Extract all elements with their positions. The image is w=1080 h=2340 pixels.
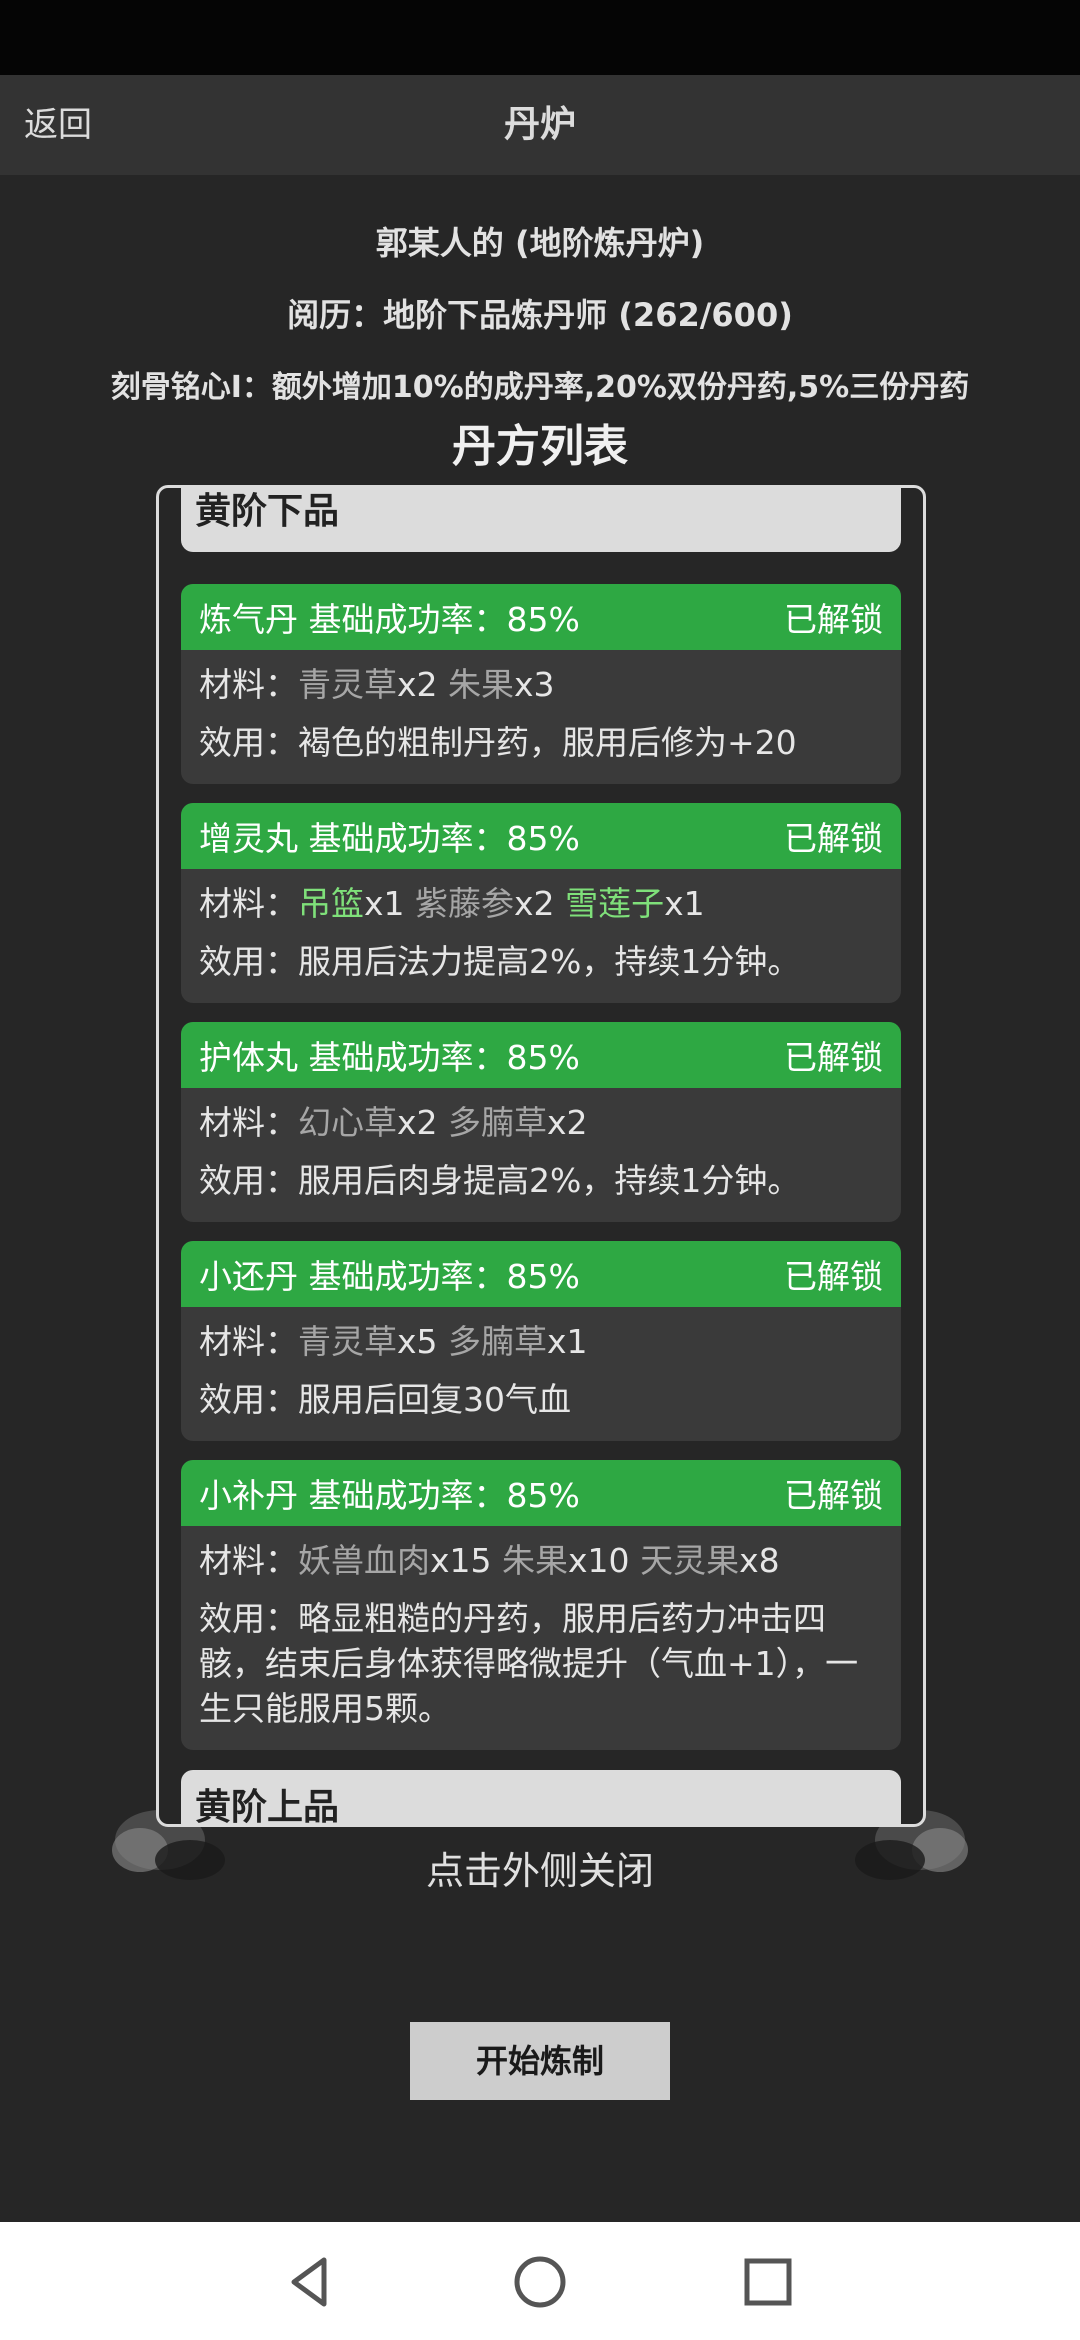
unlock-status: 已解锁	[784, 819, 883, 858]
recipe-card[interactable]: 护体丸 基础成功率：85% 已解锁 材料：幻心草x2 多腩草x2 效用：服用后肉…	[181, 1022, 901, 1222]
experience-text: 阅历：地阶下品炼丹师 (262/600)	[287, 296, 793, 334]
recipe-card[interactable]: 小还丹 基础成功率：85% 已解锁 材料：青灵草x5 多腩草x1 效用：服用后回…	[181, 1241, 901, 1441]
unlock-status: 已解锁	[784, 1038, 883, 1077]
material-qty: x2	[397, 665, 438, 704]
tier-header-yellow-low: 黄阶下品	[181, 488, 901, 552]
material-name: 青灵草	[298, 665, 397, 704]
materials-row: 材料：青灵草x5 多腩草x1	[199, 1313, 883, 1371]
material-qty: x5	[397, 1322, 438, 1361]
page-title: 丹炉	[503, 104, 576, 145]
recipe-list-title: 丹方列表	[452, 421, 628, 472]
material-name: 天灵果	[640, 1541, 740, 1580]
tier-header-yellow-high: 黄阶上品	[181, 1770, 901, 1824]
material-name: 吊篮	[298, 884, 364, 923]
material-qty: x1	[547, 1322, 588, 1361]
material-name: 雪莲子	[565, 884, 665, 923]
effect-label: 效用：	[199, 1380, 298, 1419]
material-name: 多腩草	[448, 1322, 548, 1361]
materials-row: 材料：妖兽血肉x15 朱果x10 天灵果x8	[199, 1532, 883, 1590]
triangle-back-icon[interactable]	[280, 2252, 340, 2312]
material-name: 幻心草	[298, 1103, 397, 1142]
recipe-header: 小还丹 基础成功率：85% 已解锁	[181, 1241, 901, 1307]
effect-row: 效用：略显粗糙的丹药，服用后药力冲击四骸，结束后身体获得略微提升（气血+1），一…	[199, 1590, 883, 1731]
effect-text: 服用后法力提高2%，持续1分钟。	[298, 942, 801, 981]
nav-bar: 丹炉 返回	[0, 75, 1080, 175]
effect-label: 效用：	[199, 1161, 298, 1200]
material-qty: x3	[514, 665, 555, 704]
material-name: 紫藤参	[415, 884, 515, 923]
material-qty: x15	[430, 1541, 492, 1580]
recipe-name-rate: 小还丹 基础成功率：85%	[199, 1257, 580, 1296]
material-name: 多腩草	[448, 1103, 548, 1142]
materials-row: 材料：青灵草x2 朱果x3	[199, 656, 883, 714]
recipe-header: 护体丸 基础成功率：85% 已解锁	[181, 1022, 901, 1088]
system-nav-bar	[0, 2222, 1080, 2340]
effect-row: 效用：褐色的粗制丹药，服用后修为+20	[199, 714, 883, 772]
material-qty: x1	[364, 884, 405, 923]
recipe-name-rate: 增灵丸 基础成功率：85%	[199, 819, 580, 858]
recipe-list-panel[interactable]: 黄阶下品 炼气丹 基础成功率：85% 已解锁 材料：青灵草x2 朱果x3 效用：…	[156, 485, 926, 1827]
materials-label: 材料：	[199, 1322, 298, 1361]
effect-text: 服用后肉身提高2%，持续1分钟。	[298, 1161, 801, 1200]
back-button[interactable]: 返回	[24, 75, 92, 175]
bonus-text: 刻骨铭心I：额外增加10%的成丹率,20%双份丹药,5%三份丹药	[110, 370, 970, 405]
unlock-status: 已解锁	[784, 1476, 883, 1515]
recipe-header: 增灵丸 基础成功率：85% 已解锁	[181, 803, 901, 869]
effect-row: 效用：服用后法力提高2%，持续1分钟。	[199, 933, 883, 991]
unlock-status: 已解锁	[784, 1257, 883, 1296]
status-bar	[0, 0, 1080, 75]
material-name: 朱果	[448, 665, 515, 704]
material-qty: x10	[568, 1541, 630, 1580]
material-qty: x2	[514, 884, 555, 923]
unlock-status: 已解锁	[784, 600, 883, 639]
materials-label: 材料：	[199, 884, 298, 923]
material-qty: x2	[547, 1103, 588, 1142]
material-qty: x8	[739, 1541, 780, 1580]
start-refining-button[interactable]: 开始炼制	[410, 2022, 670, 2100]
materials-row: 材料：幻心草x2 多腩草x2	[199, 1094, 883, 1152]
recipe-name-rate: 护体丸 基础成功率：85%	[199, 1038, 580, 1077]
square-recents-icon[interactable]	[738, 2252, 798, 2312]
recipe-header: 小补丹 基础成功率：85% 已解锁	[181, 1460, 901, 1526]
recipe-card[interactable]: 炼气丹 基础成功率：85% 已解锁 材料：青灵草x2 朱果x3 效用：褐色的粗制…	[181, 584, 901, 784]
recipe-name-rate: 小补丹 基础成功率：85%	[199, 1476, 580, 1515]
recipe-name-rate: 炼气丹 基础成功率：85%	[199, 600, 580, 639]
effect-row: 效用：服用后回复30气血	[199, 1371, 883, 1429]
recipe-card[interactable]: 小补丹 基础成功率：85% 已解锁 材料：妖兽血肉x15 朱果x10 天灵果x8…	[181, 1460, 901, 1750]
furnace-owner-text: 郭某人的 (地阶炼丹炉)	[375, 224, 705, 262]
materials-row: 材料：吊篮x1 紫藤参x2 雪莲子x1	[199, 875, 883, 933]
materials-label: 材料：	[199, 1103, 298, 1142]
material-qty: x2	[397, 1103, 438, 1142]
material-qty: x1	[664, 884, 705, 923]
recipe-header: 炼气丹 基础成功率：85% 已解锁	[181, 584, 901, 650]
effect-row: 效用：服用后肉身提高2%，持续1分钟。	[199, 1152, 883, 1210]
materials-label: 材料：	[199, 1541, 298, 1580]
effect-label: 效用：	[199, 942, 298, 981]
effect-text: 褐色的粗制丹药，服用后修为+20	[298, 723, 797, 762]
materials-label: 材料：	[199, 665, 298, 704]
circle-home-icon[interactable]	[510, 2252, 570, 2312]
effect-label: 效用：	[199, 1599, 298, 1638]
effect-text: 略显粗糙的丹药，服用后药力冲击四骸，结束后身体获得略微提升（气血+1），一生只能…	[199, 1599, 859, 1728]
close-hint[interactable]: 点击外侧关闭	[0, 1840, 1080, 1895]
material-name: 青灵草	[298, 1322, 397, 1361]
effect-text: 服用后回复30气血	[298, 1380, 571, 1419]
effect-label: 效用：	[199, 723, 298, 762]
recipe-card[interactable]: 增灵丸 基础成功率：85% 已解锁 材料：吊篮x1 紫藤参x2 雪莲子x1 效用…	[181, 803, 901, 1003]
material-name: 妖兽血肉	[298, 1541, 430, 1580]
material-name: 朱果	[502, 1541, 569, 1580]
